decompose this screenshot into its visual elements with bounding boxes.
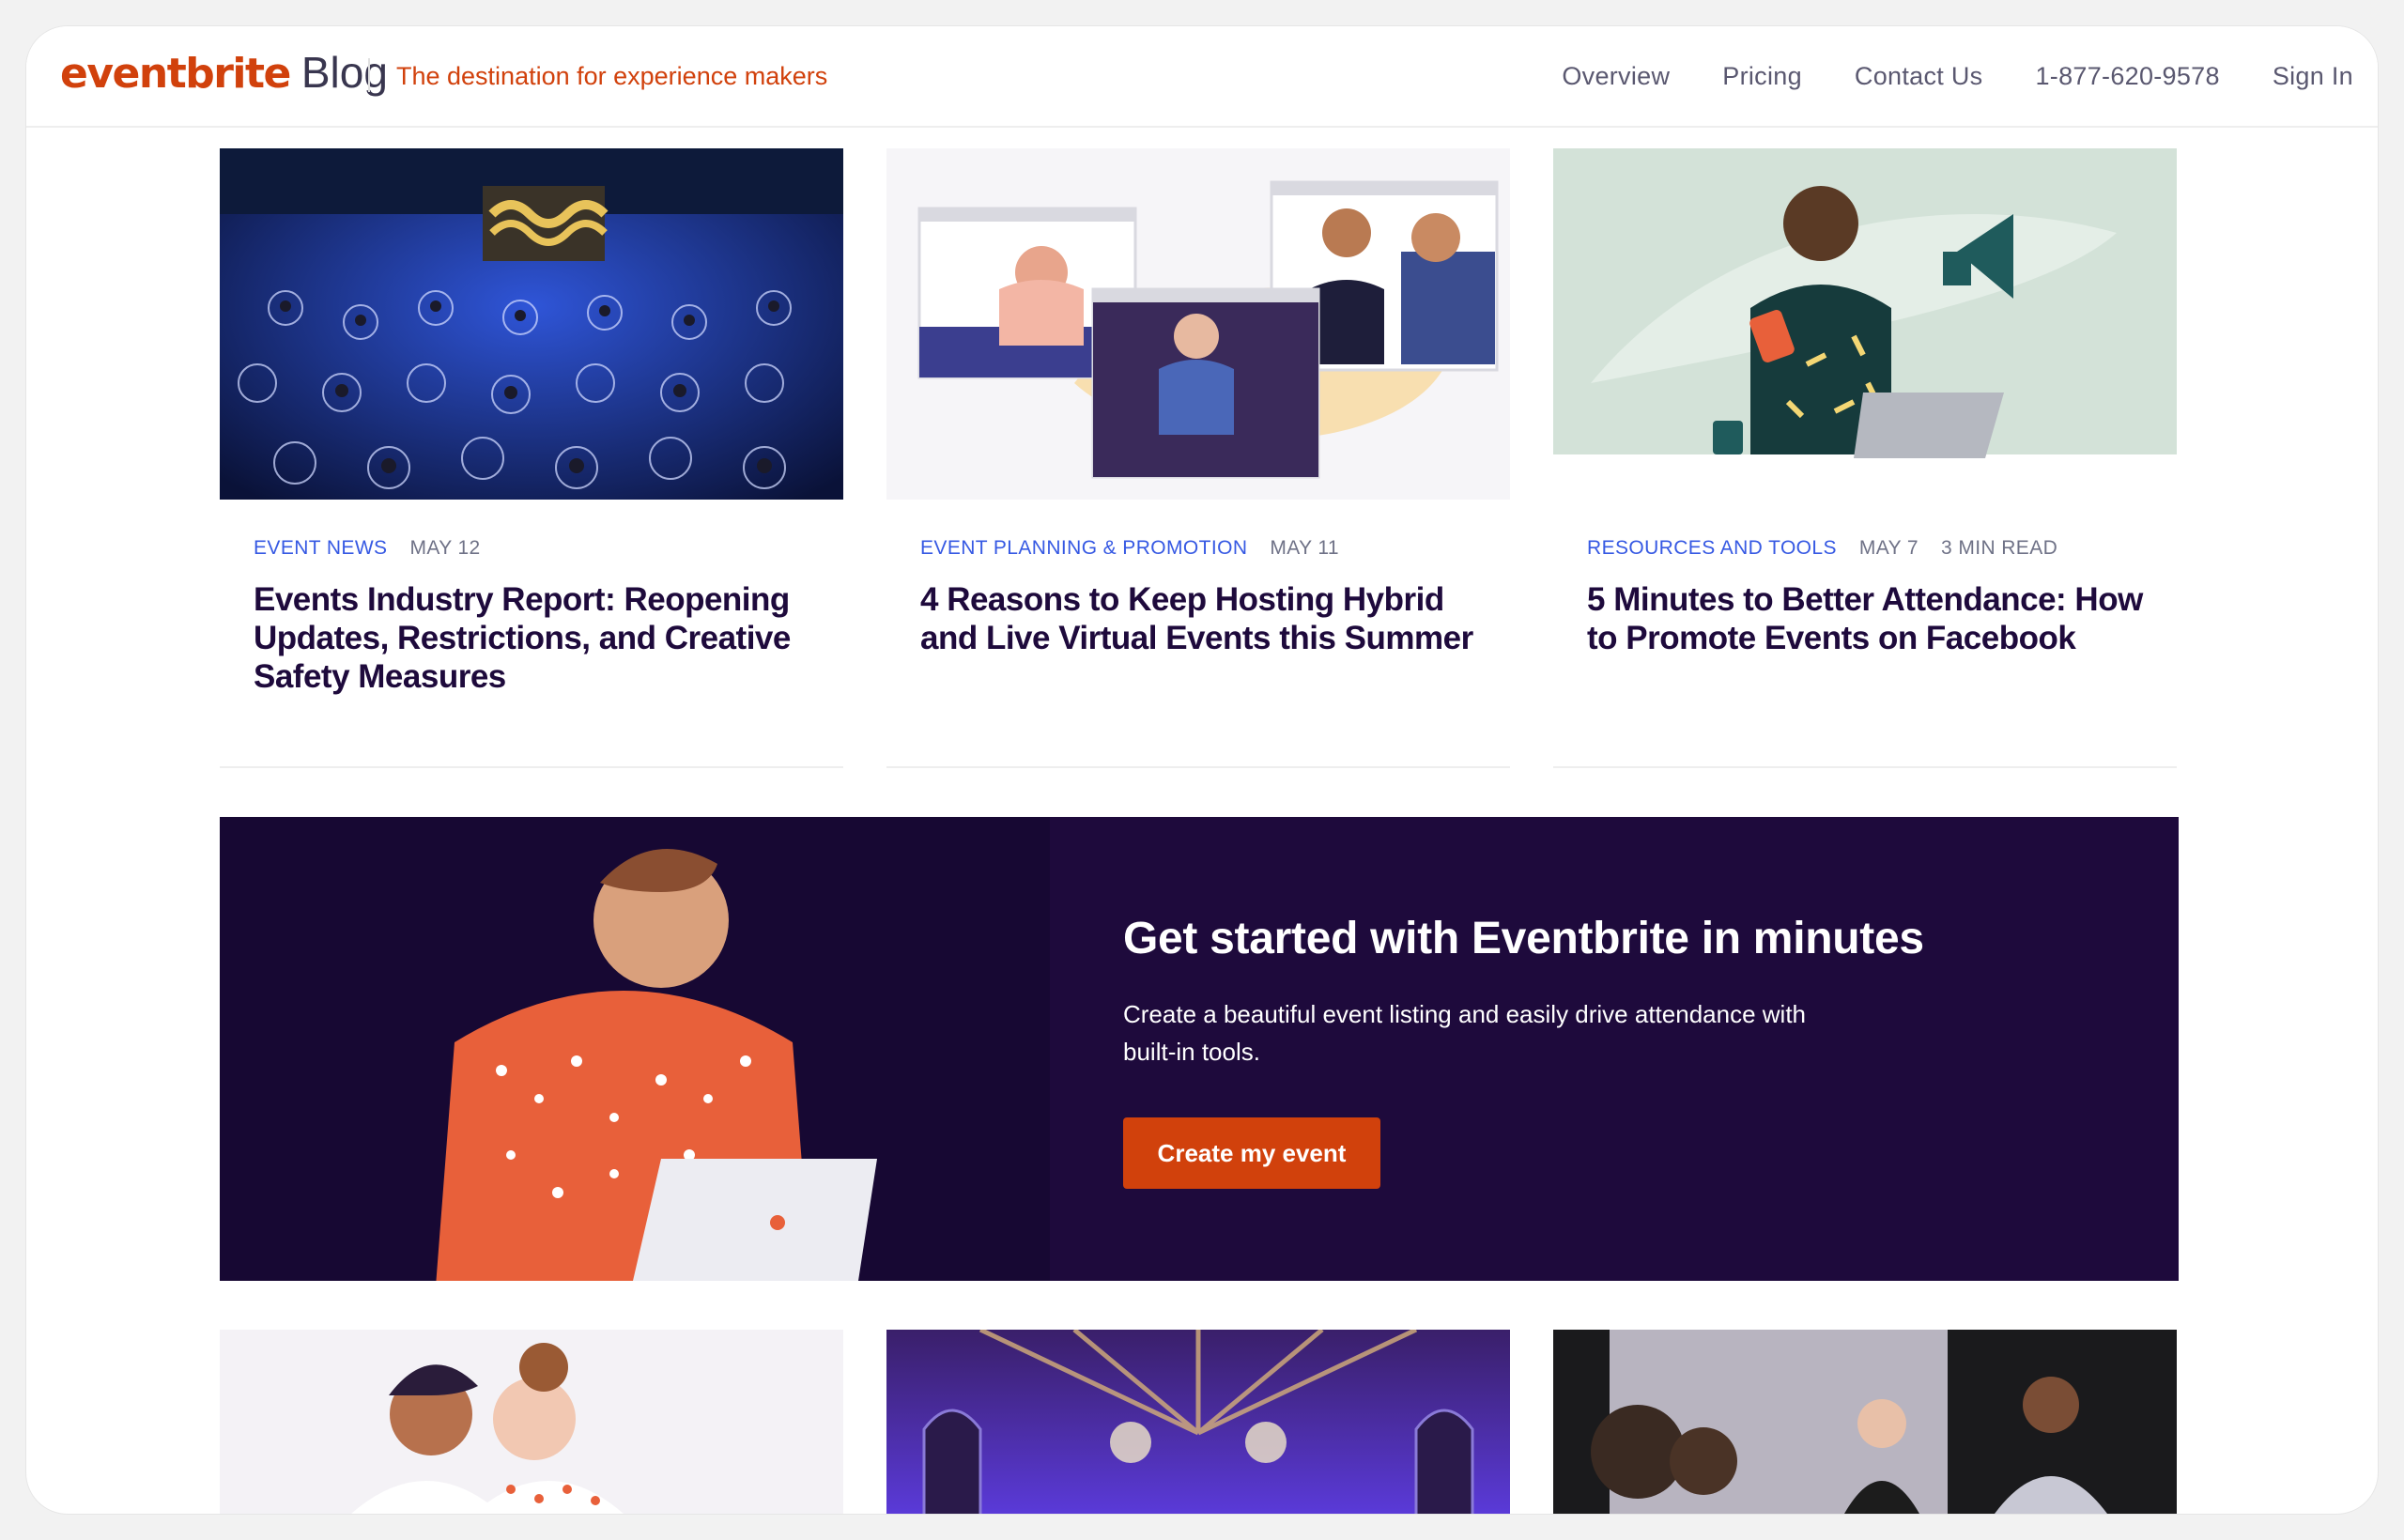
header-divider bbox=[368, 58, 370, 92]
article-title[interactable]: 5 Minutes to Better Attendance: How to P… bbox=[1587, 580, 2150, 657]
promo-description: Create a beautiful event listing and eas… bbox=[1123, 1000, 1806, 1066]
article-date: MAY 7 bbox=[1858, 537, 1919, 559]
eventbrite-blog-logo[interactable]: eventbrite Blog bbox=[60, 47, 388, 103]
article-date: MAY 12 bbox=[409, 537, 481, 559]
article-image-purple-venue-photo[interactable] bbox=[886, 1330, 1510, 1514]
article-category[interactable]: EVENT NEWS bbox=[254, 537, 387, 560]
article-date: MAY 11 bbox=[1270, 537, 1340, 559]
article-title[interactable]: 4 Reasons to Keep Hosting Hybrid and Liv… bbox=[920, 580, 1484, 657]
nav-contact-us[interactable]: Contact Us bbox=[1855, 62, 1983, 91]
tagline: The destination for experience makers bbox=[396, 62, 828, 90]
article-title[interactable]: Events Industry Report: Reopening Update… bbox=[254, 580, 817, 696]
article-meta: RESOURCES AND TOOLS MAY 7 3 MIN READ bbox=[1587, 537, 2057, 560]
article-image-virtual-event-illustration[interactable] bbox=[886, 148, 1510, 500]
article-image-two-women-illustration[interactable] bbox=[220, 1330, 843, 1514]
nav-sign-in[interactable]: Sign In bbox=[2273, 62, 2353, 91]
promo-illustration bbox=[220, 817, 1050, 1281]
nav-overview[interactable]: Overview bbox=[1562, 62, 1670, 91]
article-meta: EVENT PLANNING & PROMOTION MAY 11 bbox=[920, 537, 1339, 560]
article-grid-bottom bbox=[220, 1330, 2179, 1514]
site-header: eventbrite Blog The destination for expe… bbox=[26, 26, 2378, 128]
create-my-event-button[interactable]: Create my event bbox=[1123, 1117, 1380, 1189]
promo-title: Get started with Eventbrite in minutes bbox=[1123, 914, 1924, 963]
nav-pricing[interactable]: Pricing bbox=[1722, 62, 1802, 91]
article-card[interactable]: EVENT NEWS MAY 12 Events Industry Report… bbox=[220, 148, 843, 768]
article-grid-top: EVENT NEWS MAY 12 Events Industry Report… bbox=[220, 148, 2179, 768]
logo-wordmark: eventbrite bbox=[60, 50, 291, 98]
article-image-panel-photo[interactable] bbox=[1553, 1330, 2177, 1514]
nav-phone-number[interactable]: 1-877-620-9578 bbox=[2035, 62, 2219, 91]
top-nav: Overview Pricing Contact Us 1-877-620-95… bbox=[1562, 62, 2353, 91]
article-read-time: 3 MIN READ bbox=[1941, 537, 2058, 559]
article-image-venue-photo[interactable] bbox=[220, 148, 843, 500]
article-category[interactable]: EVENT PLANNING & PROMOTION bbox=[920, 537, 1247, 560]
article-category[interactable]: RESOURCES AND TOOLS bbox=[1587, 537, 1837, 560]
browser-frame: eventbrite Blog The destination for expe… bbox=[26, 26, 2378, 1514]
article-meta: EVENT NEWS MAY 12 bbox=[254, 537, 481, 560]
article-card[interactable] bbox=[220, 1330, 843, 1514]
logo-blog-suffix: Blog bbox=[300, 48, 388, 97]
article-card[interactable] bbox=[886, 1330, 1510, 1514]
article-image-megaphone-illustration[interactable] bbox=[1553, 148, 2177, 500]
article-card[interactable]: RESOURCES AND TOOLS MAY 7 3 MIN READ 5 M… bbox=[1553, 148, 2177, 768]
get-started-banner: Get started with Eventbrite in minutes C… bbox=[220, 817, 2179, 1281]
article-card[interactable]: EVENT PLANNING & PROMOTION MAY 11 4 Reas… bbox=[886, 148, 1510, 768]
article-card[interactable] bbox=[1553, 1330, 2177, 1514]
